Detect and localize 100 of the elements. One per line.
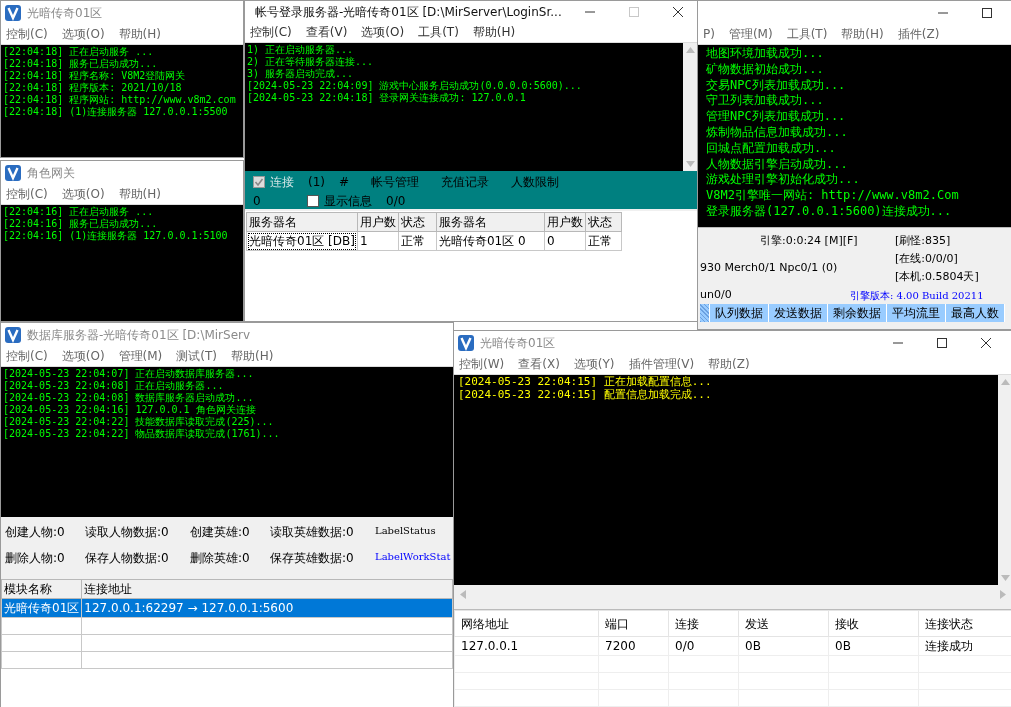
scroll-down-icon[interactable] <box>685 161 695 167</box>
menu-item[interactable]: 查看(X) <box>518 355 560 373</box>
toolbar-link[interactable]: 帐号管理 <box>371 173 420 191</box>
column-header[interactable]: 连接状态 <box>918 610 1011 637</box>
menu-item[interactable]: 帮助(H) <box>118 25 161 43</box>
menu-item[interactable]: 帮助(Z) <box>708 355 750 373</box>
column-header[interactable]: 服务器名 <box>246 212 358 232</box>
column-header[interactable]: 端口 <box>598 610 669 637</box>
menu-item[interactable]: 选项(Y) <box>573 355 615 373</box>
window-title: 角色网关 <box>27 164 75 182</box>
log-line: [2024-05-23 22:04:18] 登录网关连接成功: 127.0.0.1 <box>247 92 526 104</box>
column-header[interactable]: 队列数据 <box>710 304 769 322</box>
column-header[interactable]: 服务器名 <box>436 212 545 232</box>
checkbox[interactable]: 显示信息 <box>307 192 372 210</box>
window-title: 光暗传奇01区 <box>480 334 556 352</box>
log-line: [2024-05-23 22:04:22] 物品数据库读取完成(1761)... <box>3 428 280 440</box>
maximize-icon <box>936 336 948 349</box>
log-line: 交易NPC列表加载成功... <box>706 77 846 94</box>
status-label: [刷怪:835] <box>895 232 952 249</box>
scroll-left-icon[interactable] <box>460 589 466 599</box>
menu-item[interactable]: 选项(O) <box>61 185 105 203</box>
column-header[interactable]: 状态 <box>398 212 437 232</box>
status-label: [在线:0/0/0] <box>895 250 959 267</box>
log-line: [2024-05-23 22:04:08] 正在启动服务器... <box>3 380 224 392</box>
menu-item[interactable]: 选项(O) <box>61 347 105 365</box>
column-header[interactable]: 连接地址 <box>81 579 453 599</box>
menu-item[interactable]: 管理(M) <box>728 25 773 43</box>
column-header[interactable]: 平均流里 <box>887 304 946 322</box>
log-line: [22:04:18] (1)连接服务器 127.0.0.1:5500 <box>3 106 228 118</box>
log-line: 回城点配置加载成功... <box>706 140 836 157</box>
log-line: 管理NPC列表加载成功... <box>706 109 846 125</box>
toolbar-link[interactable]: 充值记录 <box>441 173 490 191</box>
column-header[interactable]: 发送 <box>738 610 829 637</box>
log-line: 3) 服务器启动完成... <box>247 68 354 80</box>
count-label: 0/0 <box>386 193 406 210</box>
count-label: (1) <box>308 174 325 191</box>
column-header[interactable]: 剩余数据 <box>828 304 887 322</box>
maximize-icon <box>981 6 993 19</box>
menu-item[interactable]: 帮助(H) <box>118 185 161 203</box>
menu-item[interactable]: 管理(M) <box>118 347 163 365</box>
menu-item[interactable]: 插件(Z) <box>897 25 940 43</box>
stat-label: 读取英雄数据:0 <box>270 524 355 541</box>
scroll-up-icon[interactable] <box>1000 379 1010 385</box>
column-header[interactable]: 连接 <box>668 610 739 637</box>
scroll-down-icon[interactable] <box>1000 575 1010 581</box>
column-header[interactable]: 最高人数 <box>946 304 1005 322</box>
menu-item[interactable]: 控制(C) <box>6 347 48 365</box>
table-row[interactable]: 光暗传奇01区 127.0.0.1:62297 → 127.0.0.1:5600 <box>1 598 453 618</box>
log-line: [2024-05-23 22:04:22] 技能数据库读取完成(225)... <box>3 416 274 428</box>
maximize-icon <box>627 5 640 18</box>
stat-label: 读取人物数据:0 <box>85 524 170 541</box>
log-line: 矿物数据初始成功... <box>706 61 824 78</box>
menu-item[interactable]: 插件管理(V) <box>628 355 695 373</box>
column-header[interactable]: 发送数据 <box>769 304 828 322</box>
menu-item[interactable]: P) <box>703 25 715 43</box>
close-icon <box>980 336 992 349</box>
table-cell: 光暗传奇01区 <box>1 598 82 618</box>
log-line: [2024-05-23 22:04:16] 127.0.0.1 角色网关连接 <box>3 404 256 416</box>
menu-item[interactable]: 控制(C) <box>6 185 48 203</box>
log-line: 人物数据引擎启动成功... <box>706 156 848 173</box>
menu-item[interactable]: 工具(T) <box>418 23 459 41</box>
log-line: [22:04:18] 程序网站: http://www.v8m2.com <box>3 94 236 106</box>
log-line: [2024-05-23 22:04:08] 数据库服务器启动成功... <box>3 392 254 404</box>
column-header[interactable]: 模块名称 <box>1 579 82 599</box>
check-icon <box>254 177 264 187</box>
menu-item[interactable]: 帮助(H) <box>231 347 274 365</box>
menu-item[interactable]: 控制(W) <box>459 355 505 373</box>
log-line: 登录服务器(127.0.0.1:5600)连接成功... <box>706 203 952 220</box>
log-line: [22:04:16] (1)连接服务器 127.0.0.1:5100 <box>3 230 228 242</box>
status-label: [本机:0.5804天] <box>895 268 980 285</box>
menu-item[interactable]: 工具(T) <box>786 25 828 43</box>
menu-item[interactable]: 测试(T) <box>176 347 217 365</box>
menu-item[interactable]: 选项(O) <box>361 23 405 41</box>
log-line: [22:04:18] 服务已启动成功... <box>3 58 158 70</box>
menu-item[interactable]: 帮助(H) <box>472 23 516 41</box>
column-header[interactable]: 用户数 <box>544 212 586 232</box>
app-logo-icon <box>5 4 21 21</box>
stat-label: 删除英雄:0 <box>190 550 251 567</box>
menu-item[interactable]: 查看(V) <box>305 23 348 41</box>
column-header[interactable]: 用户数 <box>357 212 399 232</box>
stat-label: 创建人物:0 <box>5 524 66 541</box>
log-line: [2024-05-23 22:04:09] 游戏中心服务启动成功(0.0.0.0:5600)... <box>247 80 582 92</box>
stat-label: 创建英雄:0 <box>190 524 251 541</box>
menu-item[interactable]: 选项(O) <box>61 25 105 43</box>
toolbar-link[interactable]: 人数限制 <box>511 173 560 191</box>
scroll-right-icon[interactable] <box>1000 589 1006 599</box>
menu-item[interactable]: 控制(C) <box>250 23 292 41</box>
log-line: [22:04:18] 程序版本: 2021/10/18 <box>3 82 182 94</box>
column-header[interactable]: 接收 <box>828 610 919 637</box>
stat-label: LabelStatus <box>375 524 437 538</box>
column-header[interactable]: 网络地址 <box>454 610 599 637</box>
log-line: 炼制物品信息加载成功... <box>706 125 848 141</box>
window-title: 帐号登录服务器-光暗传奇01区 [D:\MirServer\LoginSr... <box>255 3 562 21</box>
window-title: 光暗传奇01区 <box>27 4 103 22</box>
log-line: [2024-05-23 22:04:15] 配置信息加载完成... <box>458 388 712 401</box>
scroll-up-icon[interactable] <box>685 47 695 53</box>
app-logo-icon <box>5 326 21 343</box>
menu-item[interactable]: 帮助(H) <box>841 25 884 43</box>
menu-item[interactable]: 控制(C) <box>6 25 48 43</box>
column-header[interactable]: 状态 <box>585 212 622 232</box>
